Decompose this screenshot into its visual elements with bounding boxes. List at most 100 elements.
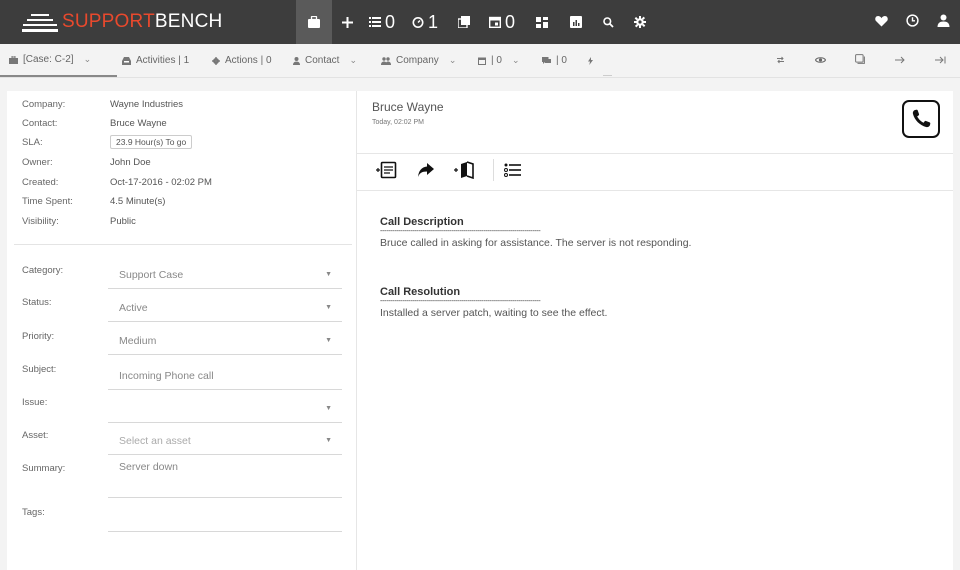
toolbar-separator [493,159,494,181]
tab-contact-label: Contact [305,55,340,66]
caret-down-icon: ▼ [325,304,332,311]
tab-underline [603,75,612,76]
tab-flash[interactable] [588,44,593,77]
gear-icon [634,16,646,28]
call-resolution-text: Installed a server patch, waiting to see… [380,307,608,319]
tab-case[interactable]: [Case: C-2] ⌄ [0,44,117,77]
caret-down-icon: ▼ [325,437,332,444]
section-divider [14,244,352,245]
calendar-nav-button[interactable]: 0 [480,0,524,44]
category-select[interactable]: Support Case ▼ [108,261,342,289]
caret-down-icon: ▼ [325,405,332,412]
info-time-spent: Time Spent: 4.5 Minute(s) [22,195,166,207]
header-divider [357,153,953,154]
tab-actions[interactable]: Actions | 0 [212,44,272,77]
reports-nav-button[interactable] [560,0,592,44]
search-nav-button[interactable] [592,0,624,44]
info-visibility: Visibility: Public [22,215,136,227]
next-button[interactable] [880,55,920,67]
call-resolution-title: Call Resolution [380,286,461,298]
tab-activities[interactable]: Activities | 1 [122,44,189,77]
arrow-to-end-icon [934,56,945,63]
user-icon [293,56,300,65]
cases-nav-button[interactable] [296,0,332,44]
tab-calendar[interactable]: | 0 ⌄ [478,44,519,77]
activity-panel: Bruce Wayne Today, 02:02 PM Call Descrip… [357,91,953,570]
plus-icon [341,16,353,28]
status-select[interactable]: Active ▼ [108,294,342,322]
share-arrow-icon [418,163,434,177]
call-description-title: Call Description [380,216,464,228]
tab-chat[interactable]: | 0 [542,44,567,77]
summary-textarea[interactable]: Server down [108,454,342,498]
tab-case-label: [Case: C-2] [23,54,74,65]
chevron-down-icon: ⌄ [349,55,358,65]
history-button[interactable] [906,14,919,30]
activity-timestamp: Today, 02:02 PM [372,119,425,126]
copy-icon [855,54,865,64]
calendar-icon [478,57,486,65]
briefcase-icon [9,55,18,64]
caret-down-icon: ▼ [325,271,332,278]
list-nav-button[interactable]: 0 [362,0,402,44]
visibility-value[interactable]: Public [110,216,136,227]
briefcase-icon [308,15,320,28]
priority-select[interactable]: Medium ▼ [108,327,342,355]
activity-author: Bruce Wayne [372,100,444,114]
add-knowledge-button[interactable] [453,161,477,179]
tab-chat-count: | 0 [556,55,567,66]
flash-icon [588,56,593,65]
calendar-icon [488,16,501,28]
duplicate-button[interactable] [840,54,880,67]
caret-down-icon: ▼ [325,337,332,344]
brand-name-part1: SUPPORT [62,11,155,32]
issue-select[interactable]: ▼ [108,395,342,423]
checklist-button[interactable] [504,163,522,177]
tab-company[interactable]: Company ⌄ [381,44,456,77]
user-icon [937,14,950,27]
call-resolution-section: Call Resolution ------------------------… [380,286,940,319]
swap-arrows-icon [776,56,784,63]
calendar-count: 0 [504,11,515,32]
favorites-button[interactable] [875,15,888,30]
info-company: Company: Wayne Industries [22,98,184,110]
transfer-button[interactable] [760,55,800,67]
users-icon [381,56,391,65]
settings-nav-button[interactable] [624,0,656,44]
watch-button[interactable] [800,55,840,67]
info-contact: Contact: Bruce Wayne [22,117,167,129]
timer-nav-button[interactable]: 1 [402,0,448,44]
tab-calendar-count: | 0 [491,55,502,66]
call-description-section: Call Description -----------------------… [380,216,940,249]
user-profile-button[interactable] [937,14,950,30]
add-book-icon [454,161,474,179]
call-description-text: Bruce called in asking for assistance. T… [380,237,692,249]
contact-value[interactable]: Bruce Wayne [110,118,167,129]
company-value[interactable]: Wayne Industries [110,99,183,110]
tab-contact[interactable]: Contact ⌄ [293,44,357,77]
brand-logo[interactable]: SUPPORTBENCH [22,8,222,36]
tab-actions-label: Actions | 0 [225,55,272,66]
chevron-down-icon: ⌄ [511,55,520,65]
dashboard-nav-button[interactable] [524,0,560,44]
tags-input[interactable] [108,504,342,532]
asset-select[interactable]: Select an asset ▼ [108,427,342,455]
add-note-icon [376,161,397,179]
add-button[interactable] [332,0,362,44]
list-icon [368,17,381,27]
copy-nav-button[interactable] [448,0,480,44]
subject-input[interactable]: Incoming Phone call [108,362,342,390]
eye-icon [814,56,826,63]
chevron-down-icon: ⌄ [448,55,457,65]
bench-logo-icon [22,12,58,32]
case-tab-bar: [Case: C-2] ⌄ Activities | 1 Actions | 0… [0,44,960,78]
call-resolution-divider: ----------------------------------------… [380,298,541,305]
created-value: Oct-17-2016 - 02:02 PM [110,176,212,188]
add-note-button[interactable] [375,161,399,179]
forward-button[interactable] [417,162,435,178]
owner-value[interactable]: John Doe [110,157,151,168]
brand-name-part2: BENCH [154,11,223,32]
info-sla: SLA: 23.9 Hour(s) To go [22,135,193,149]
tab-activities-label: Activities | 1 [136,55,190,66]
last-button[interactable] [920,55,960,67]
